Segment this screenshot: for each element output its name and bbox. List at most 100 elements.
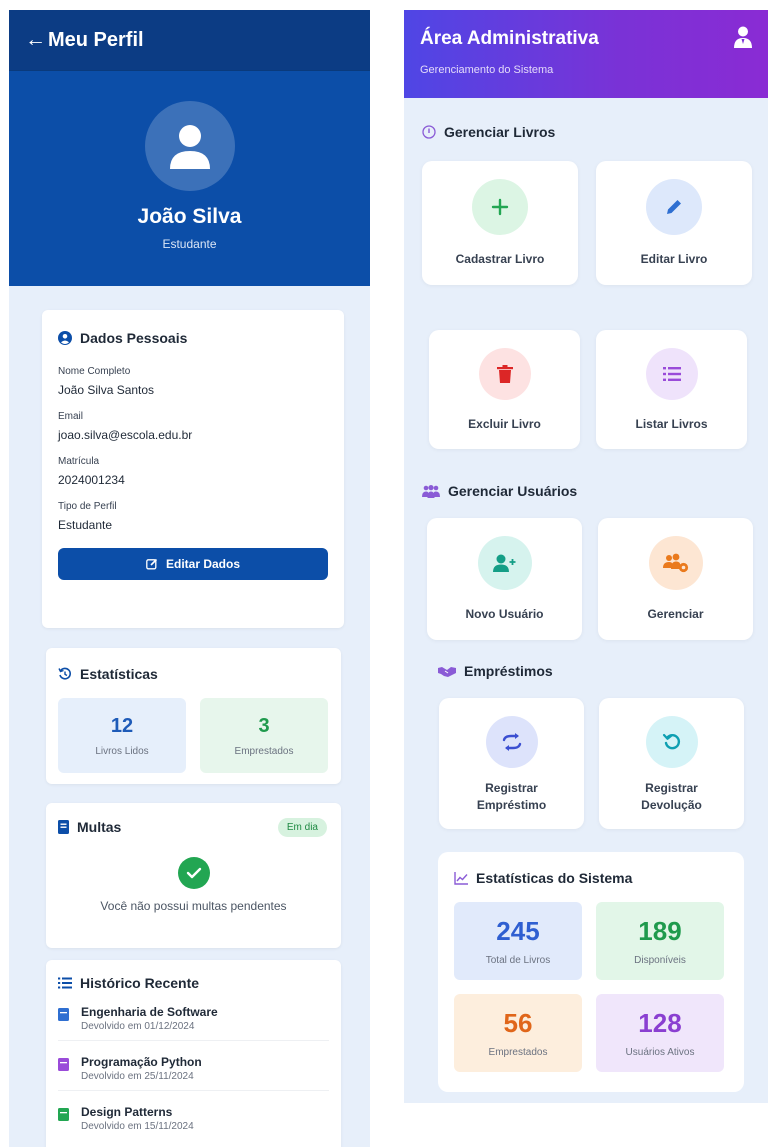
handshake-icon — [438, 666, 456, 677]
back-arrow-icon[interactable]: ← — [25, 28, 46, 52]
status-badge: Em dia — [277, 818, 327, 837]
manage-users-button[interactable]: Gerenciar — [598, 518, 753, 640]
tile-label: Editar Livro — [640, 252, 708, 266]
tile-label: Cadastrar Livro — [455, 252, 545, 266]
fines-status: Você não possui multas pendentes — [58, 857, 329, 913]
register-book-button[interactable]: Cadastrar Livro — [422, 161, 578, 285]
fines-card: Multas Em dia Você não possui multas pen… — [46, 803, 341, 948]
book-icon — [58, 1008, 69, 1021]
stat-value: 3 — [258, 714, 270, 737]
stat-books-read: 12 Livros Lidos — [58, 698, 186, 773]
user-plus-icon — [477, 536, 532, 590]
book-icon — [58, 1058, 69, 1071]
stat-total-books: 245 Total de Livros — [454, 902, 582, 980]
history-item[interactable]: Engenharia de Software Devolvido em 01/12… — [58, 991, 329, 1041]
register-return-button[interactable]: Registrar Devolução — [599, 698, 744, 829]
profile-hero: João Silva Estudante — [9, 70, 370, 286]
tile-label: Registrar Empréstimo — [477, 780, 546, 814]
list-books-button[interactable]: Listar Livros — [596, 330, 747, 449]
history-item-title: Engenharia de Software — [81, 1005, 218, 1019]
field-label: Matrícula — [58, 456, 100, 467]
personal-data-card: Dados Pessoais Nome Completo João Silva … — [42, 310, 344, 628]
field-label: Tipo de Perfil — [58, 501, 117, 512]
admin-title: Área Administrativa — [420, 28, 599, 49]
check-circle-icon — [177, 857, 210, 889]
system-stats-card: Estatísticas do Sistema 245 Total de Liv… — [438, 852, 744, 1092]
book-icon — [58, 1108, 69, 1121]
trash-icon — [478, 348, 531, 400]
stat-value: 12 — [110, 714, 134, 737]
tile-label-line1: Registrar — [485, 781, 538, 795]
system-stats-title: Estatísticas do Sistema — [454, 870, 728, 886]
info-circle-icon — [422, 125, 436, 139]
admin-subtitle: Gerenciamento do Sistema — [420, 64, 554, 76]
exchange-icon — [485, 716, 538, 768]
pencil-icon — [646, 179, 702, 235]
plus-icon — [472, 179, 528, 235]
field-label: Email — [58, 411, 84, 422]
history-title-text: Histórico Recente — [80, 975, 200, 991]
stat-label: Emprestados — [488, 1047, 548, 1058]
field-value: joao.silva@escola.edu.br — [58, 428, 193, 442]
stat-label: Total de Livros — [485, 955, 551, 966]
admin-header: Área Administrativa Gerenciamento do Sis… — [404, 10, 768, 98]
system-stats-grid: 245 Total de Livros 189 Disponíveis 56 E… — [454, 902, 728, 1072]
edit-icon — [146, 558, 158, 570]
stats-title-text: Estatísticas — [80, 666, 158, 682]
user-icon — [169, 125, 210, 169]
tile-label: Excluir Livro — [468, 417, 541, 431]
tile-label: Novo Usuário — [465, 607, 544, 621]
history-item-date: Devolvido em 01/12/2024 — [81, 1021, 195, 1032]
app-root: ← Meu Perfil João Silva Estudante Dados … — [0, 0, 768, 1147]
avatar — [144, 101, 235, 191]
personal-data-title-text: Dados Pessoais — [80, 330, 188, 346]
stat-value: 56 — [503, 1008, 533, 1038]
tile-label: Listar Livros — [635, 417, 708, 431]
tile-label-line1: Registrar — [645, 781, 698, 795]
tile-label-line2: Devolução — [641, 797, 702, 812]
user-circle-icon — [58, 331, 72, 345]
stat-label: Disponíveis — [634, 955, 686, 966]
fines-message: Você não possui multas pendentes — [100, 899, 287, 913]
personal-data-title: Dados Pessoais — [58, 330, 328, 346]
loans-section-text: Empréstimos — [464, 663, 553, 679]
history-item[interactable]: Programação Python Devolvido em 25/11/202… — [58, 1041, 329, 1091]
field-label: Nome Completo — [58, 366, 131, 377]
stat-value: 189 — [638, 916, 682, 946]
history-title: Histórico Recente — [58, 975, 329, 991]
users-gear-icon — [648, 536, 703, 590]
profile-role: Estudante — [162, 237, 217, 251]
edit-data-button[interactable]: Editar Dados — [58, 548, 328, 580]
history-item-date: Devolvido em 15/11/2024 — [81, 1121, 194, 1132]
books-section-text: Gerenciar Livros — [444, 124, 556, 140]
system-stats-title-text: Estatísticas do Sistema — [476, 870, 633, 886]
chart-line-icon — [454, 871, 468, 885]
history-icon — [58, 667, 72, 681]
profile-screen: ← Meu Perfil João Silva Estudante Dados … — [9, 10, 370, 1147]
history-card: Histórico Recente Engenharia de Software… — [46, 960, 341, 1147]
delete-book-button[interactable]: Excluir Livro — [429, 330, 580, 449]
receipt-icon — [58, 820, 69, 834]
stat-borrowed: 56 Emprestados — [454, 994, 582, 1072]
stat-label: Emprestados — [234, 745, 294, 757]
stat-value: 245 — [496, 916, 540, 946]
stat-borrowed: 3 Emprestados — [200, 698, 328, 773]
history-item-date: Devolvido em 25/11/2024 — [81, 1071, 194, 1082]
register-loan-button[interactable]: Registrar Empréstimo — [439, 698, 584, 829]
stat-label: Livros Lidos — [95, 745, 149, 757]
new-user-button[interactable]: Novo Usuário — [427, 518, 582, 640]
field-value: 2024001234 — [58, 473, 125, 487]
tile-label-line2: Empréstimo — [476, 797, 547, 812]
stat-label: Usuários Ativos — [625, 1047, 695, 1058]
stat-available: 189 Disponíveis — [596, 902, 724, 980]
admin-user-icon[interactable] — [734, 26, 752, 53]
loans-section-title: Empréstimos — [438, 663, 553, 679]
tile-label: Gerenciar — [647, 607, 704, 621]
books-section-title: Gerenciar Livros — [422, 124, 555, 140]
history-item[interactable]: Design Patterns Devolvido em 15/11/2024 — [58, 1091, 329, 1140]
field-value: João Silva Santos — [58, 383, 155, 397]
edit-data-label: Editar Dados — [165, 557, 240, 571]
admin-screen: Área Administrativa Gerenciamento do Sis… — [404, 10, 768, 1103]
edit-book-button[interactable]: Editar Livro — [596, 161, 752, 285]
users-section-title: Gerenciar Usuários — [422, 483, 577, 499]
